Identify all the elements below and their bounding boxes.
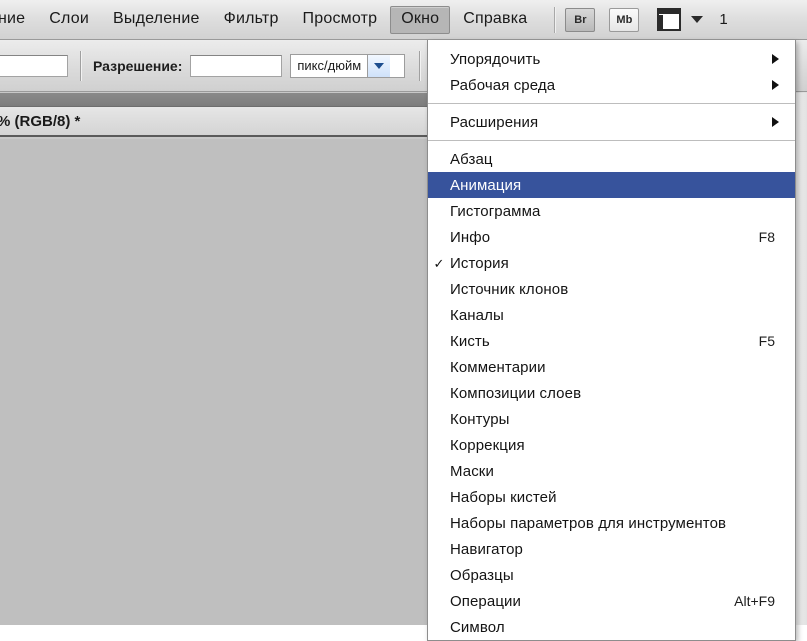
menu-item-tool-presets[interactable]: Наборы параметров для инструментов [428,510,795,536]
menubar-item-help[interactable]: Справка [452,6,538,34]
menu-item-adjustments[interactable]: Коррекция [428,432,795,458]
menu-item-label: История [450,254,509,272]
chevron-down-icon[interactable] [691,16,704,23]
menu-item-masks[interactable]: Маски [428,458,795,484]
menu-item-animation[interactable]: Анимация [428,172,795,198]
menu-item-extensions[interactable]: Расширения [428,109,795,135]
application-menu-bar: ние Слои Выделение Фильтр Просмотр Окно … [0,0,807,40]
menu-item-swatches[interactable]: Образцы [428,562,795,588]
menu-item-label: Композиции слоев [450,384,582,402]
menu-item-label: Абзац [450,150,493,168]
document-tab-title[interactable]: % (RGB/8) * [0,113,80,130]
width-input[interactable] [0,54,68,77]
menu-item-histogram[interactable]: Гистограмма [428,198,795,224]
menu-item-label: Образцы [450,566,514,584]
menu-item-label: Операции [450,592,521,610]
menu-item-paragraph[interactable]: Абзац [428,146,795,172]
menubar-divider [554,6,556,33]
options-divider-2 [419,50,421,81]
menu-item-actions[interactable]: Операции Alt+F9 [428,588,795,614]
menu-item-navigator[interactable]: Навигатор [428,536,795,562]
menu-item-channels[interactable]: Каналы [428,302,795,328]
menubar-item-window[interactable]: Окно [390,5,451,34]
menu-item-arrange[interactable]: Упорядочить [428,46,795,72]
window-dropdown-menu: Упорядочить Рабочая среда Расширения Абз… [427,40,796,641]
submenu-arrow-icon [772,80,779,90]
menu-item-label: Каналы [450,306,504,324]
menubar-item-view[interactable]: Просмотр [292,6,389,34]
menu-item-layer-comps[interactable]: Композиции слоев [428,380,795,406]
menu-item-label: Расширения [450,113,539,131]
submenu-arrow-icon [772,117,779,127]
menu-item-label: Навигатор [450,540,523,558]
menu-item-label: Гистограмма [450,202,541,220]
photoshop-application-window: % (RGB/8) * Разрешение: пикс/дюйм ние Сл… [0,0,807,641]
bridge-button[interactable]: Br [565,7,596,32]
menu-item-history[interactable]: ✓ История [428,250,795,276]
menu-item-workspace[interactable]: Рабочая среда [428,72,795,98]
menu-item-clone-source[interactable]: Источник клонов [428,276,795,302]
menu-item-shortcut: F5 [758,333,775,349]
menu-item-character[interactable]: Символ [428,614,795,640]
options-divider [80,50,81,81]
resolution-input[interactable] [190,54,283,77]
menubar-item-image[interactable]: ние [0,6,36,34]
resolution-units-value: пикс/дюйм [297,58,362,73]
chevron-down-icon[interactable] [367,54,391,77]
menubar-item-filter[interactable]: Фильтр [213,6,290,34]
menu-item-shortcut: F8 [758,229,775,245]
menu-separator [428,140,795,141]
menu-item-label: Упорядочить [450,50,541,68]
menu-item-notes[interactable]: Комментарии [428,354,795,380]
menu-item-label: Инфо [450,228,491,246]
screen-mode-control[interactable] [655,7,704,33]
menu-item-label: Наборы кистей [450,488,557,506]
menu-item-label: Маски [450,462,494,480]
menu-item-brush[interactable]: Кисть F5 [428,328,795,354]
submenu-arrow-icon [772,54,779,64]
menubar-item-selection[interactable]: Выделение [102,6,211,34]
menu-item-paths[interactable]: Контуры [428,406,795,432]
menu-item-label: Наборы параметров для инструментов [450,514,727,532]
menu-item-info[interactable]: Инфо F8 [428,224,795,250]
menu-item-label: Символ [450,618,505,636]
menu-item-label: Коррекция [450,436,525,454]
menu-item-brush-presets[interactable]: Наборы кистей [428,484,795,510]
resolution-units-select[interactable]: пикс/дюйм [290,53,406,78]
mini-bridge-button[interactable]: Mb [609,7,640,32]
menu-item-label: Рабочая среда [450,76,556,94]
menu-item-label: Источник клонов [450,280,569,298]
menu-item-label: Анимация [450,176,522,194]
menu-item-label: Кисть [450,332,490,350]
resolution-label: Разрешение: [93,57,183,74]
menubar-right-truncated-value: 1 [719,11,728,28]
checkmark-icon: ✓ [433,255,445,271]
screen-mode-icon [655,7,683,33]
menu-item-label: Комментарии [450,358,546,376]
menu-item-shortcut: Alt+F9 [734,593,775,609]
menubar-item-layers[interactable]: Слои [38,6,100,34]
menu-item-label: Контуры [450,410,510,428]
menu-separator [428,103,795,104]
